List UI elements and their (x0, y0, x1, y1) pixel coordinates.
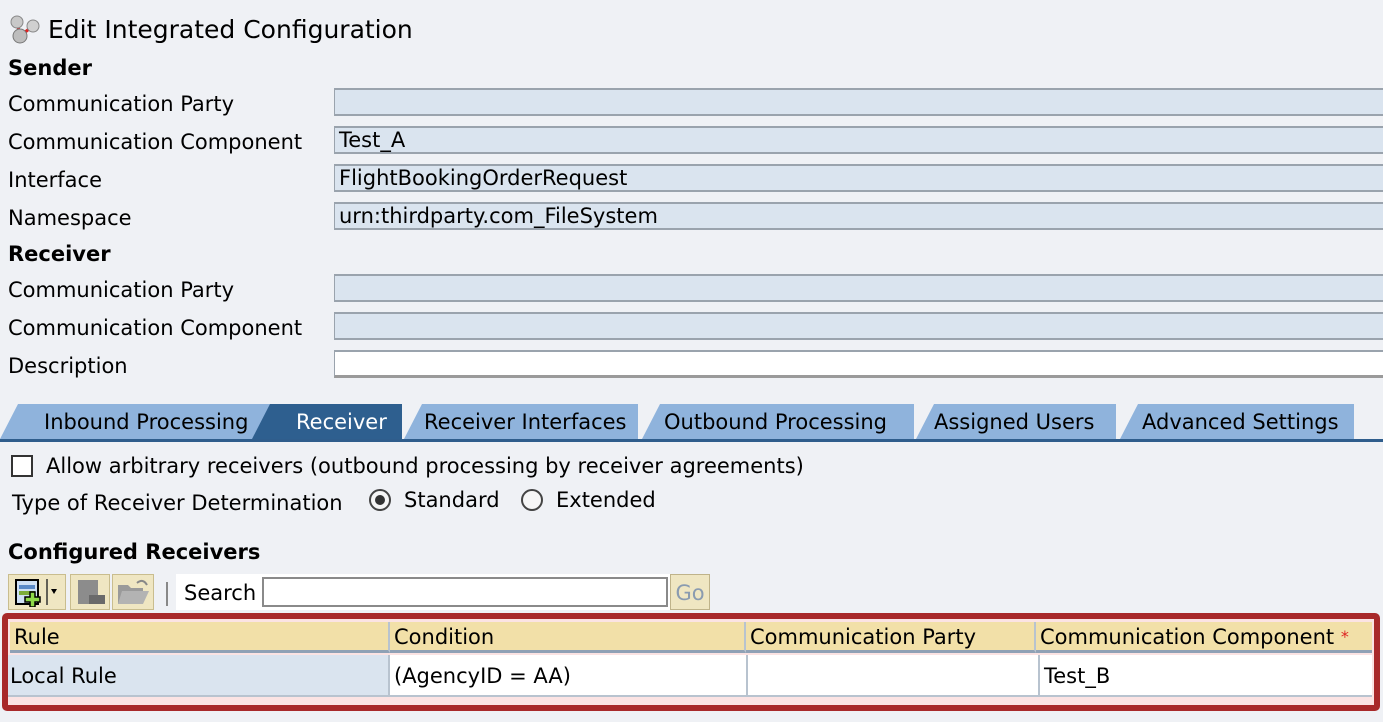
go-button[interactable]: Go (670, 574, 710, 610)
receiver-component-label: Communication Component (8, 316, 303, 340)
tab-receiver[interactable]: Receiver (252, 404, 402, 439)
column-header-communication-component[interactable]: Communication Component * (1036, 622, 1372, 653)
sender-component-field[interactable]: Test_A (334, 126, 1383, 154)
delete-row-button[interactable] (70, 574, 110, 610)
interface-field[interactable]: FlightBookingOrderRequest (334, 164, 1383, 192)
determination-label: Type of Receiver Determination (12, 491, 343, 515)
cell-rule[interactable]: Local Rule (8, 655, 390, 697)
window-title: Edit Integrated Configuration (8, 12, 413, 46)
description-field[interactable] (334, 350, 1383, 378)
namespace-label: Namespace (8, 206, 132, 230)
standard-radio[interactable] (369, 489, 391, 511)
column-header-condition[interactable]: Condition (390, 622, 746, 653)
search-label: Search (184, 581, 257, 605)
open-folder-icon (118, 579, 149, 604)
allow-arbitrary-label: Allow arbitrary receivers (outbound proc… (46, 454, 804, 478)
add-row-icon (15, 579, 57, 607)
receiver-party-field[interactable] (334, 274, 1383, 302)
add-row-button[interactable] (8, 574, 66, 610)
sender-heading: Sender (8, 56, 92, 80)
column-header-communication-party[interactable]: Communication Party (746, 622, 1036, 653)
tab-outbound-processing[interactable]: Outbound Processing (642, 404, 914, 439)
cell-communication-component[interactable]: Test_B (1040, 655, 1372, 697)
search-input[interactable] (262, 577, 668, 607)
tab-strip: Inbound Processing Receiver Receiver Int… (0, 402, 1383, 442)
tab-advanced-settings[interactable]: Advanced Settings (1120, 404, 1354, 439)
sender-party-field[interactable] (334, 88, 1383, 116)
configured-receivers-heading: Configured Receivers (8, 540, 261, 564)
required-marker: * (1340, 627, 1349, 646)
extended-radio[interactable] (521, 489, 543, 511)
tab-assigned-users[interactable]: Assigned Users (916, 404, 1116, 439)
cell-condition[interactable]: (AgencyID = AA) (390, 655, 748, 697)
toolbar-separator (166, 582, 168, 606)
cell-communication-party[interactable] (748, 655, 1040, 697)
receiver-heading: Receiver (8, 242, 111, 266)
allow-arbitrary-checkbox[interactable] (11, 455, 33, 477)
sender-party-label: Communication Party (8, 92, 235, 116)
standard-radio-label: Standard (404, 488, 500, 512)
sender-component-label: Communication Component (8, 130, 303, 154)
extended-radio-label: Extended (556, 488, 656, 512)
integrated-configuration-icon (10, 15, 40, 44)
tab-inbound-processing[interactable]: Inbound Processing (0, 404, 270, 439)
page-title: Edit Integrated Configuration (48, 14, 413, 44)
receiver-component-field[interactable] (334, 312, 1383, 340)
interface-label: Interface (8, 168, 103, 192)
column-header-communication-component-label: Communication Component (1040, 625, 1335, 649)
namespace-field[interactable]: urn:thirdparty.com_FileSystem (334, 202, 1383, 230)
column-header-rule[interactable]: Rule (10, 622, 390, 653)
description-label: Description (8, 354, 128, 378)
receiver-party-label: Communication Party (8, 278, 235, 302)
delete-row-icon (78, 580, 105, 604)
tab-receiver-interfaces[interactable]: Receiver Interfaces (404, 404, 638, 439)
open-button[interactable] (112, 574, 154, 610)
